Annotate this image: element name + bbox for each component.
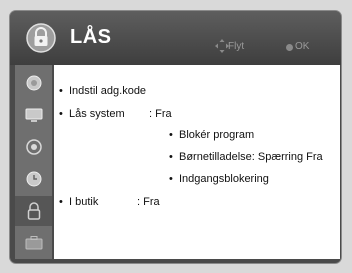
move-hint: Flyt	[228, 41, 245, 52]
sidebar-item-time[interactable]	[15, 164, 52, 194]
clock-icon	[25, 170, 43, 188]
menu-item-lock-system[interactable]: • Lås system : Fra	[59, 108, 329, 120]
sidebar-item-lock[interactable]	[15, 196, 52, 226]
picture-icon	[25, 74, 43, 92]
ok-hint: OK	[295, 41, 310, 52]
in-store-value: : Fra	[137, 196, 160, 208]
sidebar-item-screen[interactable]	[15, 100, 52, 130]
menu-item-parental-rating[interactable]: • Børnetilladelse: Spærring Fra	[169, 151, 323, 163]
menu-item-label: Børnetilladelse: Spærring Fra	[179, 151, 323, 163]
lock-menu-panel: • Indstil adg.kode • Lås system : Fra • Blo…	[54, 65, 340, 259]
lock-system-value: : Fra	[149, 108, 172, 120]
move-arrows-icon	[215, 39, 229, 53]
briefcase-icon	[25, 235, 43, 251]
menu-item-set-password[interactable]: • Indstil adg.kode	[59, 85, 146, 97]
menu-item-in-store[interactable]: • I butik : Fra	[59, 196, 329, 208]
menu-item-label: I butik	[69, 196, 99, 208]
menu-item-input-block[interactable]: • Indgangsblokering	[169, 173, 269, 185]
speaker-icon	[25, 138, 43, 156]
menu-item-label: Lås system	[69, 108, 125, 120]
tv-screen-icon	[25, 107, 43, 123]
menu-item-label: Blokér program	[179, 129, 255, 141]
sidebar-item-picture[interactable]	[15, 68, 52, 98]
lock-icon	[26, 202, 42, 220]
menu-item-label: Indstil adg.kode	[69, 85, 147, 97]
category-sidebar	[15, 65, 52, 259]
sidebar-item-option[interactable]	[15, 228, 52, 258]
lock-icon	[26, 23, 56, 53]
menu-header: LÅS Flyt OK	[10, 11, 341, 65]
ok-button-icon	[286, 44, 293, 51]
menu-item-label: Indgangsblokering	[179, 173, 269, 185]
sidebar-item-audio[interactable]	[15, 132, 52, 162]
page-title: LÅS	[70, 26, 112, 48]
menu-item-block-program[interactable]: • Blokér program	[169, 129, 254, 141]
